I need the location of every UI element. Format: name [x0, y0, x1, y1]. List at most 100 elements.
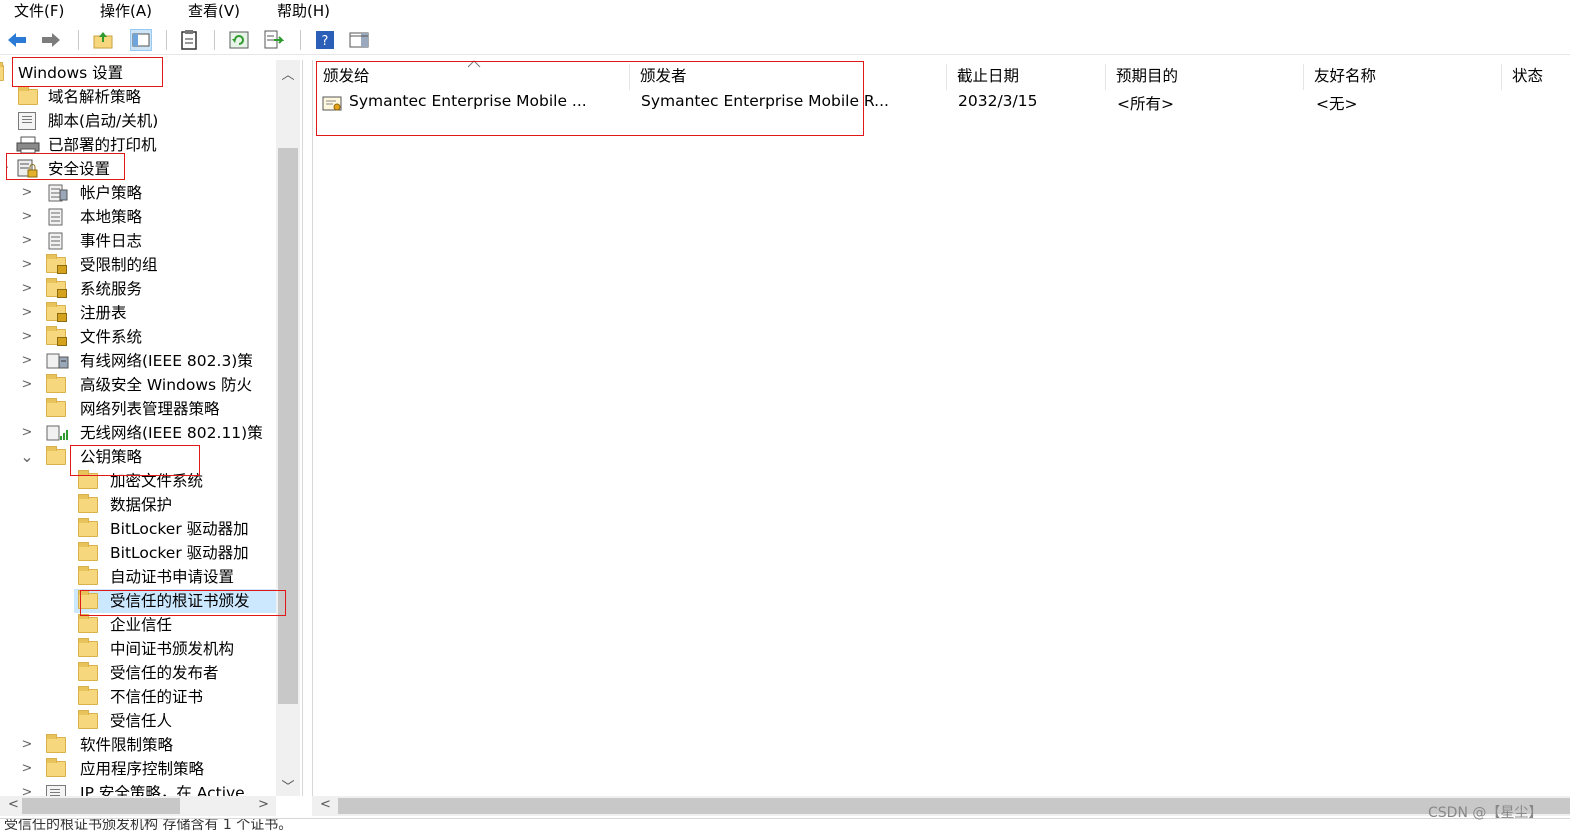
column-header-status[interactable]: 状态 — [1502, 64, 1570, 90]
toolbar: ? — [0, 26, 1570, 55]
up-folder-icon[interactable] — [92, 29, 114, 51]
tree-node-bitlocker-2[interactable]: BitLocker 驱动器加 — [0, 541, 276, 565]
expanded-dot-icon[interactable]: · — [0, 157, 14, 181]
tree-node-label: 无线网络(IEEE 802.11)策 — [80, 424, 263, 442]
tree-node-trusted-publishers[interactable]: 受信任的发布者 — [0, 661, 276, 685]
tree-node-account-policies[interactable]: > 帐户策略 — [0, 181, 276, 205]
forward-arrow-icon[interactable] — [40, 29, 62, 51]
policy-icon — [48, 184, 68, 202]
chevron-down-icon[interactable]: ⌄ — [20, 445, 34, 469]
tree-node-restricted-groups[interactable]: > 受限制的组 — [0, 253, 276, 277]
tree-vertical-scrollbar[interactable]: ︿ ﹀ — [276, 60, 300, 796]
tree-node-label: 数据保护 — [110, 496, 173, 514]
chevron-right-icon[interactable]: > — [20, 757, 34, 781]
chevron-right-icon[interactable]: > — [20, 733, 34, 757]
chevron-right-icon[interactable]: > — [20, 205, 34, 229]
tree-node-wired-network[interactable]: > 有线网络(IEEE 802.3)策 — [0, 349, 276, 373]
tree-node-bitlocker-1[interactable]: BitLocker 驱动器加 — [0, 517, 276, 541]
tree-node-security-settings[interactable]: · 安全设置 — [0, 157, 276, 181]
tree-node-windows-settings[interactable]: Windows 设置 — [0, 61, 276, 85]
folder-icon — [78, 494, 98, 513]
cell-issued-by: Symantec Enterprise Mobile R... — [641, 92, 889, 110]
tree-node-software-restriction[interactable]: > 软件限制策略 — [0, 733, 276, 757]
tree-node-untrusted-certs[interactable]: 不信任的证书 — [0, 685, 276, 709]
chevron-right-icon[interactable]: > — [20, 253, 34, 277]
tree-horizontal-scrollbar[interactable]: < > — [0, 796, 276, 816]
tree-node-label: BitLocker 驱动器加 — [110, 544, 249, 562]
chevron-right-icon[interactable]: > — [20, 781, 34, 796]
chevron-right-icon[interactable]: > — [20, 277, 34, 301]
properties-icon[interactable] — [178, 29, 200, 51]
tree-node-data-protection[interactable]: 数据保护 — [0, 493, 276, 517]
back-arrow-icon[interactable] — [6, 29, 28, 51]
tree-node-intermediate-ca[interactable]: 中间证书颁发机构 — [0, 637, 276, 661]
tree-node-wireless-network[interactable]: > 无线网络(IEEE 802.11)策 — [0, 421, 276, 445]
list-horizontal-scrollbar[interactable]: < — [312, 796, 1570, 816]
tree-node-label: 已部署的打印机 — [48, 136, 157, 154]
chevron-right-icon[interactable]: > — [20, 301, 34, 325]
tree-node-scripts[interactable]: 脚本(启动/关机) — [0, 109, 276, 133]
menu-bar: 文件(F) 操作(A) 查看(V) 帮助(H) — [0, 0, 1570, 24]
menu-action[interactable]: 操作(A) — [100, 1, 152, 21]
scroll-down-icon[interactable]: ﹀ — [276, 776, 300, 795]
menu-view[interactable]: 查看(V) — [188, 1, 240, 21]
column-header-expiration[interactable]: 截止日期 — [947, 64, 1106, 90]
scrollbar-thumb[interactable] — [278, 148, 298, 704]
tree-node-network-list-manager[interactable]: 网络列表管理器策略 — [0, 397, 276, 421]
tree-node-advanced-firewall[interactable]: > 高级安全 Windows 防火 — [0, 373, 276, 397]
tree-node-trusted-root-ca[interactable]: 受信任的根证书颁发 — [74, 589, 276, 613]
tree-node-event-log[interactable]: > 事件日志 — [0, 229, 276, 253]
tree-node-public-key-policies[interactable]: ⌄ 公钥策略 — [0, 445, 276, 469]
tree-node-system-services[interactable]: > 系统服务 — [0, 277, 276, 301]
folder-icon — [78, 566, 98, 585]
menu-help[interactable]: 帮助(H) — [277, 1, 330, 21]
help-icon[interactable]: ? — [314, 29, 336, 51]
refresh-icon[interactable] — [228, 29, 250, 51]
table-row[interactable]: Symantec Enterprise Mobile ... Symantec … — [313, 92, 1570, 116]
tree-node-enterprise-trust[interactable]: 企业信任 — [0, 613, 276, 637]
column-header-intended-purposes[interactable]: 预期目的 — [1106, 64, 1304, 90]
chevron-right-icon[interactable]: > — [20, 229, 34, 253]
scroll-up-icon[interactable]: ︿ — [276, 64, 300, 83]
scrollbar-thumb[interactable] — [22, 798, 180, 814]
tree-node-label: 受信任的发布者 — [110, 664, 219, 682]
tree-node-label: 不信任的证书 — [110, 688, 204, 706]
scrollbar-thumb[interactable] — [338, 798, 1570, 814]
chevron-right-icon[interactable]: > — [20, 181, 34, 205]
toolbar-separator — [166, 30, 167, 50]
tree-node-dns-policy[interactable]: 域名解析策略 — [0, 85, 276, 109]
column-header-issued-to[interactable]: 颁发给 — [313, 64, 630, 90]
tree-node-app-control[interactable]: > 应用程序控制策略 — [0, 757, 276, 781]
tree-node-local-policies[interactable]: > 本地策略 — [0, 205, 276, 229]
chevron-right-icon[interactable]: > — [20, 325, 34, 349]
scroll-left-icon[interactable]: < — [8, 797, 19, 812]
chevron-right-icon[interactable]: > — [20, 349, 34, 373]
tree-node-label: 帐户策略 — [80, 184, 143, 202]
column-header-friendly-name[interactable]: 友好名称 — [1304, 64, 1502, 90]
menu-file[interactable]: 文件(F) — [14, 1, 64, 21]
export-list-icon[interactable] — [262, 29, 284, 51]
show-hide-tree-icon[interactable] — [130, 29, 152, 51]
tree-node-label: 加密文件系统 — [110, 472, 204, 490]
wireless-network-icon — [46, 425, 68, 441]
scroll-right-icon[interactable]: > — [258, 797, 269, 812]
tree-node-label: 事件日志 — [80, 232, 143, 250]
cell-issued-to: Symantec Enterprise Mobile ... — [349, 92, 587, 110]
tree-node-trusted-people[interactable]: 受信任人 — [0, 709, 276, 733]
tree-node-label: 有线网络(IEEE 802.3)策 — [80, 352, 253, 370]
tree-node-registry[interactable]: > 注册表 — [0, 301, 276, 325]
folder-icon — [78, 686, 98, 705]
tree-node-ip-security[interactable]: > IP 安全策略，在 Active — [0, 781, 276, 796]
scroll-left-icon[interactable]: < — [320, 797, 331, 812]
chevron-right-icon[interactable]: > — [20, 421, 34, 445]
chevron-right-icon[interactable]: > — [20, 373, 34, 397]
tree-node-auto-cert-request[interactable]: 自动证书申请设置 — [0, 565, 276, 589]
tree-node-label: 中间证书颁发机构 — [110, 640, 235, 658]
wired-network-icon — [46, 353, 69, 369]
column-header-issued-by[interactable]: 颁发者 — [630, 64, 947, 90]
tree-node-file-system[interactable]: > 文件系统 — [0, 325, 276, 349]
tree-node-deployed-printers[interactable]: 已部署的打印机 — [0, 133, 276, 157]
tree-node-efs[interactable]: 加密文件系统 — [0, 469, 276, 493]
script-icon — [18, 112, 36, 130]
show-action-pane-icon[interactable] — [348, 29, 370, 51]
